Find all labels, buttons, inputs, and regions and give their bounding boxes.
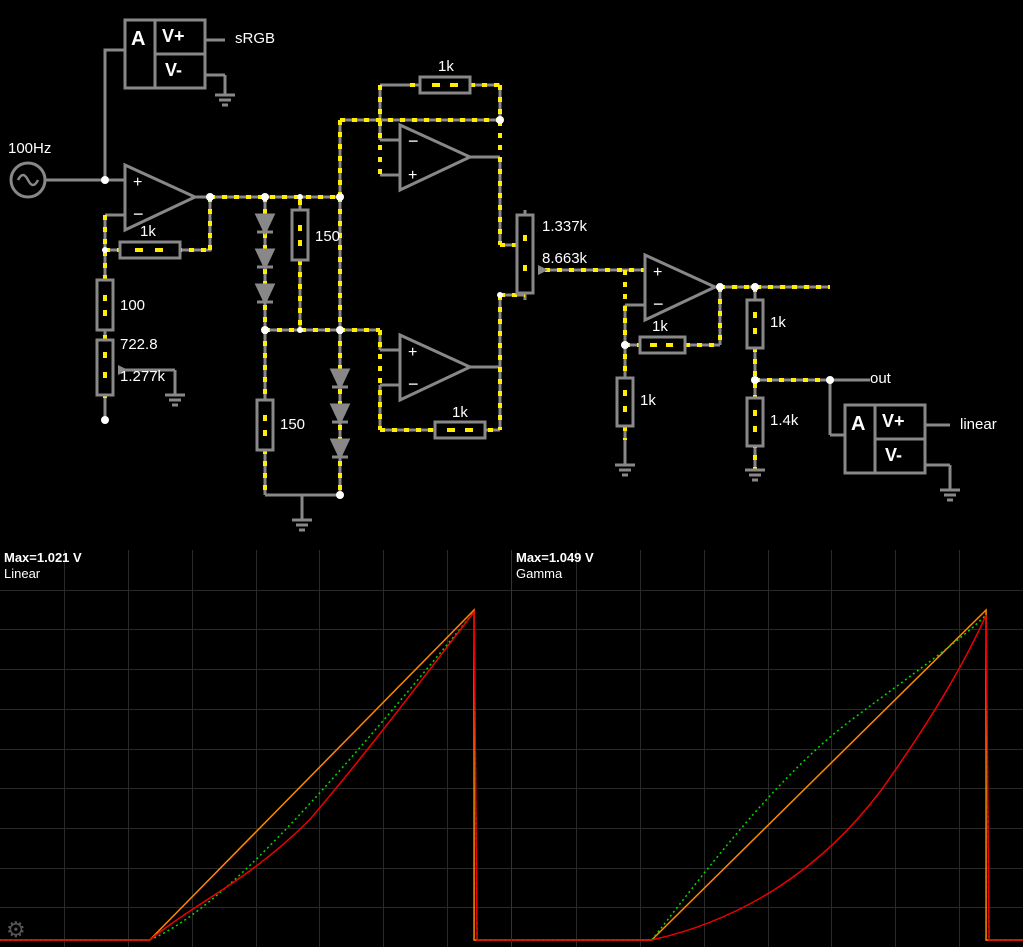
svg-text:−: − — [408, 374, 419, 394]
resistor-150-a — [292, 210, 308, 260]
resistor-1k-e — [617, 378, 633, 426]
out-label: out — [870, 370, 891, 387]
plot-right-max: Max=1.049 V — [516, 550, 594, 565]
svg-text:−: − — [408, 131, 419, 151]
svg-text:−: − — [133, 204, 144, 224]
resistor-1k-c — [435, 422, 485, 438]
pot2-bot: 8.663k — [542, 250, 587, 267]
resistor-150-b — [257, 400, 273, 450]
plot-left-name: Linear — [4, 566, 40, 581]
resistor-1k-f — [747, 300, 763, 348]
opamp-1: + − — [125, 165, 195, 230]
plot-right-name: Gamma — [516, 566, 562, 581]
gear-icon[interactable]: ⚙ — [6, 917, 26, 943]
ammeter2-label: linear — [960, 416, 997, 433]
r150-a-label: 150 — [315, 228, 340, 245]
pot1-top: 722.8 — [120, 336, 158, 353]
opamp-2: − + — [400, 125, 470, 190]
source-freq-label: 100Hz — [8, 140, 51, 157]
svg-text:+: + — [408, 344, 417, 361]
schematic-svg: + − − + + − + − — [0, 0, 1023, 550]
ac-source-icon — [11, 163, 45, 197]
schematic-canvas[interactable]: + − − + + − + − — [0, 0, 1023, 550]
svg-text:+: + — [133, 174, 142, 191]
pot1-bot: 1.277k — [120, 368, 165, 385]
oscilloscope-panel: Max=1.021 V Linear ⚙ Max=1.049 V Gamma — [0, 550, 1023, 947]
plot-left-max: Max=1.021 V — [4, 550, 82, 565]
ammeter2-Vminus: V- — [885, 445, 902, 466]
r1k-e-label: 1k — [640, 392, 656, 409]
resistor-100 — [97, 280, 113, 330]
r1k-b-label: 1k — [438, 58, 454, 75]
pot2-top: 1.337k — [542, 218, 587, 235]
ammeter1-Vminus: V- — [165, 60, 182, 81]
ammeter1-A: A — [131, 28, 145, 51]
resistor-1k-a — [120, 242, 180, 258]
diode-chain — [257, 215, 273, 302]
plot-linear[interactable]: Max=1.021 V Linear ⚙ — [0, 550, 511, 947]
resistor-1p4k — [747, 398, 763, 446]
opamp-4: + − — [645, 255, 715, 320]
resistor-1k-d — [640, 337, 685, 353]
plot-gamma[interactable]: Max=1.049 V Gamma — [511, 550, 1023, 947]
r1k-d-label: 1k — [652, 318, 668, 335]
ammeter2-A: A — [851, 413, 865, 436]
r1k-a-label: 1k — [140, 223, 156, 240]
r1p4k-label: 1.4k — [770, 412, 798, 429]
ammeter2-Vplus: V+ — [882, 411, 905, 432]
ammeter1-label: sRGB — [235, 30, 275, 47]
r1k-f-label: 1k — [770, 314, 786, 331]
svg-text:+: + — [408, 167, 417, 184]
ammeter1-Vplus: V+ — [162, 26, 185, 47]
plot-traces — [0, 550, 511, 947]
svg-text:+: + — [653, 264, 662, 281]
r150-b-label: 150 — [280, 416, 305, 433]
svg-text:−: − — [653, 294, 664, 314]
plot-traces — [512, 550, 1023, 947]
diode-chain-2 — [332, 370, 348, 457]
r100-label: 100 — [120, 297, 145, 314]
r1k-c-label: 1k — [452, 404, 468, 421]
opamp-3: + − — [400, 335, 470, 400]
resistor-1k-b — [420, 77, 470, 93]
